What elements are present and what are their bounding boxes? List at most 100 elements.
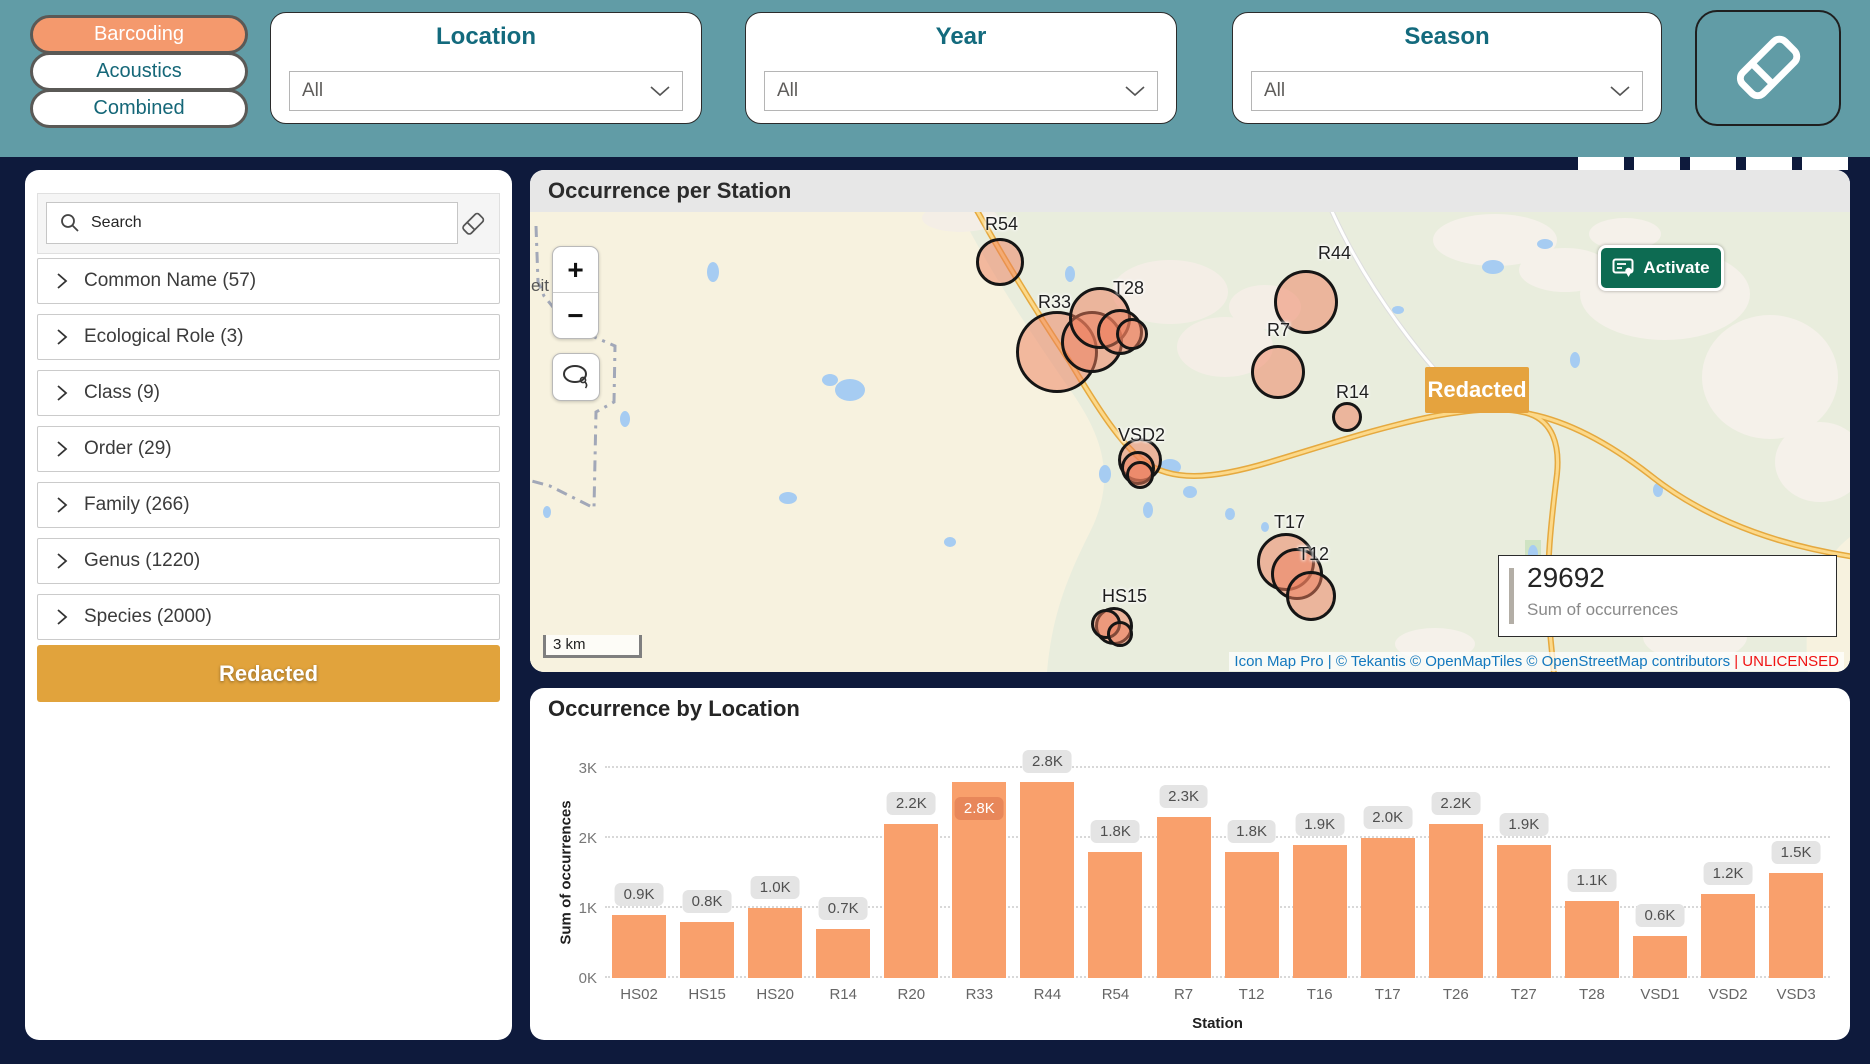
x-tick-label-VSD3: VSD3 — [1776, 986, 1816, 1003]
lasso-select-button[interactable] — [552, 353, 600, 401]
x-tick-label-R20: R20 — [897, 986, 926, 1003]
filter-row-order[interactable]: Order (29) — [37, 426, 500, 472]
bar-column-R54: 1.8K — [1081, 768, 1149, 978]
x-tick-label-HS20: HS20 — [756, 986, 794, 1003]
view-button-barcoding[interactable]: Barcoding — [30, 15, 248, 54]
bar-T26[interactable] — [1428, 824, 1483, 978]
station-bubble-R7[interactable] — [1251, 345, 1305, 399]
activate-icon — [1612, 258, 1634, 277]
y-axis-title: Sum of occurrences — [557, 800, 575, 945]
bar-column-VSD2: 1.2K — [1694, 768, 1762, 978]
visual-header-tab[interactable] — [1690, 157, 1736, 170]
bar-data-label-VSD1: 0.6K — [1635, 904, 1685, 927]
attribution-text: | UNLICENSED — [1730, 653, 1839, 670]
year-dropdown[interactable]: All — [764, 71, 1158, 111]
visual-header-tab[interactable] — [1634, 157, 1680, 170]
map-place-label-partial: eit — [531, 276, 549, 295]
filter-row-species[interactable]: Species (2000) — [37, 594, 500, 640]
x-tick-label-HS15: HS15 — [688, 986, 726, 1003]
visual-header-tab[interactable] — [1746, 157, 1792, 170]
y-tick-label: 1K — [578, 900, 597, 917]
bar-T16[interactable] — [1292, 845, 1347, 978]
station-bubble-VSD2[interactable] — [1126, 461, 1154, 489]
station-bubble-R54[interactable] — [976, 238, 1024, 286]
bar-T17[interactable] — [1360, 838, 1415, 978]
hierarchy-filter-list: Common Name (57) Ecological Role (3) Class… — [37, 258, 500, 650]
chevron-down-icon — [1610, 85, 1630, 96]
bar-R7[interactable] — [1156, 817, 1211, 978]
bar-R44[interactable] — [1020, 782, 1075, 978]
bar-column-HS15: 0.8K — [673, 768, 741, 978]
bar-T27[interactable] — [1496, 845, 1551, 978]
bar-HS20[interactable] — [748, 908, 803, 978]
bar-data-label-VSD3: 1.5K — [1771, 841, 1821, 864]
map-visual-header: Occurrence per Station — [530, 170, 1850, 212]
zoom-out-button[interactable]: − — [553, 293, 598, 338]
visual-header-tab[interactable] — [1578, 157, 1624, 170]
bar-T28[interactable] — [1564, 901, 1619, 978]
x-tick-label-T28: T28 — [1578, 986, 1605, 1003]
attribution-text: © — [1405, 653, 1426, 670]
filter-row-class[interactable]: Class (9) — [37, 370, 500, 416]
x-axis-labels: HS02 HS15 HS20 R14 R20 R33 R44 R54 R7 T12 T16 T17 T2… — [605, 986, 1830, 1003]
attribution-link[interactable]: OpenMapTiles — [1425, 653, 1522, 670]
bar-HS15[interactable] — [680, 922, 735, 978]
map-visual: Occurrence per Station + − eit R54 R33 T… — [530, 170, 1850, 672]
view-button-acoustics[interactable]: Acoustics — [30, 52, 248, 91]
station-bubble-T12[interactable] — [1286, 571, 1336, 621]
search-input[interactable]: Search — [46, 202, 458, 244]
bar-T12[interactable] — [1224, 852, 1279, 978]
chevron-right-icon — [57, 273, 68, 289]
season-dropdown[interactable]: All — [1251, 71, 1643, 111]
sum-of-occurrences-card: 29692 Sum of occurrences — [1498, 555, 1837, 637]
filter-row-label: Species (2000) — [84, 606, 212, 627]
bar-column-T17: 2.0K — [1354, 768, 1422, 978]
bar-VSD1[interactable] — [1632, 936, 1687, 978]
bar-R54[interactable] — [1088, 852, 1143, 978]
attribution-link[interactable]: Tekantis — [1351, 653, 1406, 670]
bar-data-label-R20: 2.2K — [886, 792, 936, 815]
map-zoom-controls: + − — [552, 246, 599, 339]
search-placeholder: Search — [91, 214, 142, 231]
station-bubble-HS15[interactable] — [1107, 621, 1133, 647]
eraser-icon — [1736, 35, 1801, 100]
station-bubble-T28[interactable] — [1116, 318, 1148, 350]
bar-column-VSD3: 1.5K — [1762, 768, 1830, 978]
chevron-right-icon — [57, 441, 68, 457]
filter-row-family[interactable]: Family (266) — [37, 482, 500, 528]
location-dropdown[interactable]: All — [289, 71, 683, 111]
bar-chart-visual: Occurrence by Location Sum of occurrence… — [530, 688, 1850, 1040]
map-canvas[interactable]: + − eit R54 R33 T28 R44 R7 R14 VSD2 T17 T12 HS15 … — [530, 212, 1850, 672]
attribution-text: | © — [1323, 653, 1351, 670]
bar-HS02[interactable] — [612, 915, 667, 978]
bar-data-label-HS15: 0.8K — [682, 890, 732, 913]
year-filter-title: Year — [935, 23, 987, 50]
bar-VSD3[interactable] — [1769, 873, 1824, 978]
filter-row-label: Genus (1220) — [84, 550, 201, 571]
redacted-button[interactable]: Redacted — [37, 645, 500, 702]
station-label-VSD2: VSD2 — [1118, 425, 1166, 445]
filter-row-ecological[interactable]: Ecological Role (3) — [37, 314, 500, 360]
bar-VSD2[interactable] — [1701, 894, 1756, 978]
visual-header-tab[interactable] — [1802, 157, 1848, 170]
filter-row-genus[interactable]: Genus (1220) — [37, 538, 500, 584]
filter-card-location: Location All — [270, 12, 702, 124]
bar-column-HS20: 1.0K — [741, 768, 809, 978]
x-tick-label-T17: T17 — [1374, 986, 1401, 1003]
clear-all-filters-button[interactable] — [1695, 10, 1841, 126]
station-bubble-R14[interactable] — [1332, 402, 1362, 432]
bar-data-label-R33: 2.8K — [954, 797, 1004, 820]
zoom-in-button[interactable]: + — [553, 247, 598, 293]
filter-row-common[interactable]: Common Name (57) — [37, 258, 500, 304]
activate-button[interactable]: Activate — [1598, 245, 1724, 291]
chevron-down-icon — [1125, 85, 1145, 96]
chart-plot-area: 0K 1K 2K 3K 0.9K 0.8K 1.0K 0.7K 2.2K 2.8K 2.8K 1.8K… — [579, 750, 1830, 987]
bar-R14[interactable] — [816, 929, 871, 978]
bar-R20[interactable] — [884, 824, 939, 978]
station-label-R54: R54 — [985, 214, 1019, 234]
clear-search-button[interactable] — [459, 210, 487, 238]
x-axis-title: Station — [1192, 1015, 1243, 1032]
attribution-link[interactable]: Icon Map Pro — [1234, 653, 1323, 670]
attribution-link[interactable]: OpenStreetMap contributors — [1542, 653, 1730, 670]
view-button-combined[interactable]: Combined — [30, 89, 248, 128]
